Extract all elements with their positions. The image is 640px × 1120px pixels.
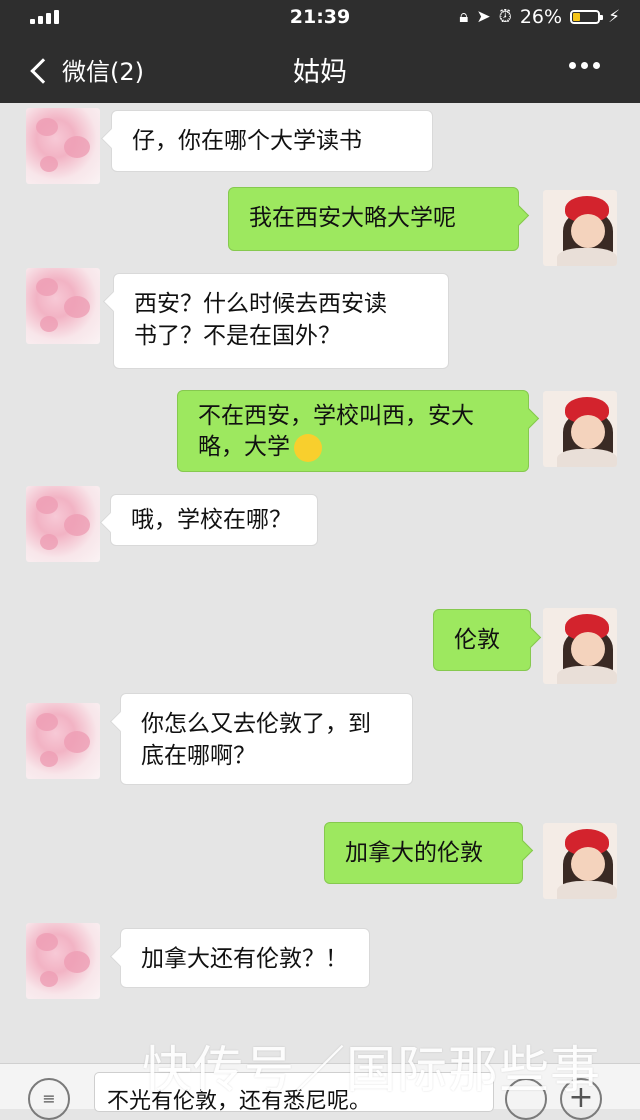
message-bubble-outgoing[interactable]: 伦敦 — [433, 609, 531, 671]
message-bubble-incoming[interactable]: 加拿大还有伦敦？！ — [120, 928, 370, 988]
contact-avatar[interactable] — [26, 268, 100, 344]
message-bubble-outgoing[interactable]: 不在西安，学校叫西，安大 略，大学 — [177, 390, 529, 472]
my-avatar[interactable] — [543, 190, 617, 266]
my-avatar[interactable] — [543, 823, 617, 899]
watermark-text: 快传号／国际那些事 — [142, 1041, 601, 1099]
voice-icon[interactable]: ≡ — [28, 1078, 70, 1120]
my-avatar[interactable] — [543, 391, 617, 467]
alarm-icon: ⏰︎ — [498, 7, 512, 27]
more-dot — [581, 62, 588, 69]
nav-bar: 微信(2) 姑妈 — [0, 34, 640, 103]
top-bar: 21:39 🔒︎ ➤ ⏰︎ 26% ⚡︎ 微信(2) 姑妈 — [0, 0, 640, 103]
more-dot — [569, 62, 576, 69]
status-right: 🔒︎ ➤ ⏰︎ 26% ⚡︎ — [459, 6, 620, 28]
battery-percent: 26% — [519, 6, 563, 28]
my-avatar[interactable] — [543, 608, 617, 684]
message-bubble-outgoing[interactable]: 加拿大的伦敦 — [324, 822, 523, 884]
contact-avatar[interactable] — [26, 703, 100, 779]
battery-icon — [570, 10, 604, 24]
message-bubble-incoming[interactable]: 仔，你在哪个大学读书 — [111, 110, 433, 172]
status-bar: 21:39 🔒︎ ➤ ⏰︎ 26% ⚡︎ — [0, 0, 640, 34]
more-options-button[interactable] — [569, 62, 600, 69]
message-bubble-incoming[interactable]: 西安？什么时候去西安读 书了？不是在国外？ — [113, 273, 449, 369]
location-icon: ➤ — [476, 7, 491, 27]
message-bubble-incoming[interactable]: 你怎么又去伦敦了，到 底在哪啊？ — [120, 693, 413, 785]
message-text: 不在西安，学校叫西，安大 略，大学 — [198, 403, 474, 460]
contact-avatar[interactable] — [26, 923, 100, 999]
chat-area[interactable]: 仔，你在哪个大学读书 我在西安大略大学呢 西安？什么时候去西安读 书了？不是在国… — [0, 103, 640, 1063]
more-dot — [593, 62, 600, 69]
orientation-lock-icon: 🔒︎ — [459, 7, 469, 27]
message-bubble-outgoing[interactable]: 我在西安大略大学呢 — [228, 187, 519, 251]
page-title: 姑妈 — [293, 57, 347, 88]
contact-avatar[interactable] — [26, 108, 100, 184]
contact-avatar[interactable] — [26, 486, 100, 562]
smile-emoji-icon — [294, 433, 322, 462]
charging-icon: ⚡︎ — [608, 7, 620, 27]
message-bubble-incoming[interactable]: 哦，学校在哪？ — [110, 494, 318, 546]
